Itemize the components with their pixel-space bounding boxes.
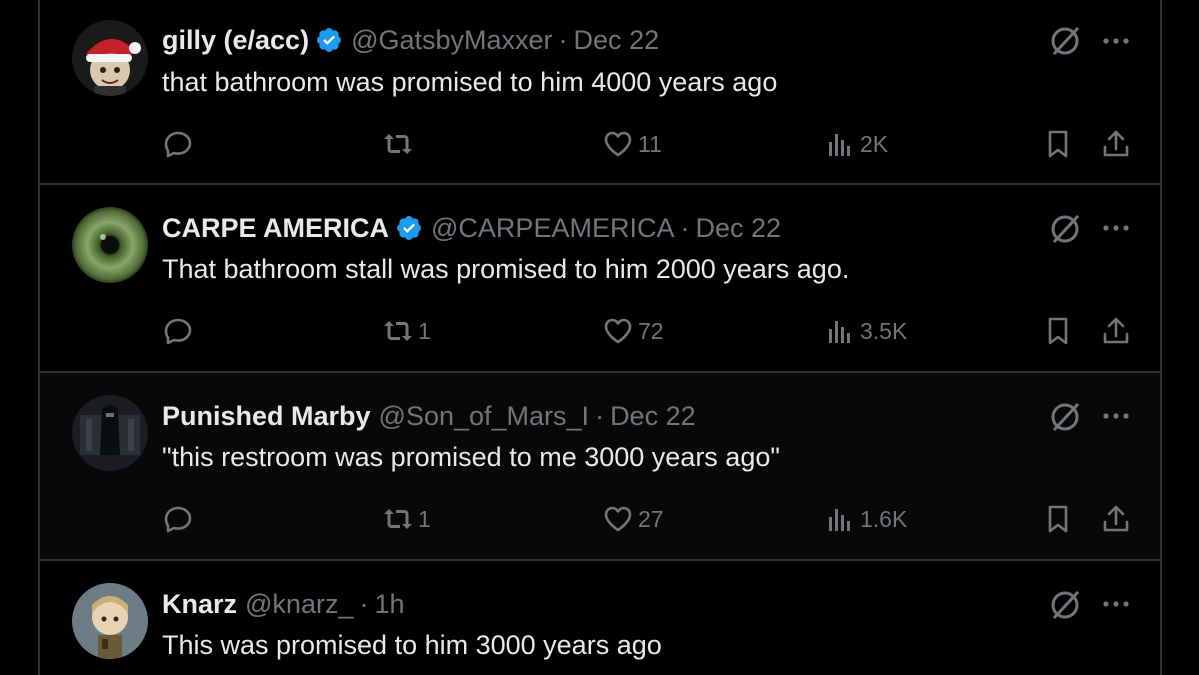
view-count: 3.5K <box>860 317 908 344</box>
like-count: 27 <box>638 505 664 532</box>
retweet-count: 1 <box>418 317 431 344</box>
timestamp[interactable]: 1h <box>374 588 404 620</box>
heart-icon <box>604 506 632 532</box>
heart-icon <box>604 131 632 157</box>
timestamp[interactable]: Dec 22 <box>695 212 781 244</box>
timeline-feed: gilly (e/acc) @GatsbyMaxxer · Dec 22 tha… <box>38 0 1162 675</box>
view-count: 1.6K <box>860 505 908 532</box>
timestamp[interactable]: Dec 22 <box>574 24 660 56</box>
tweet-text: that bathroom was promised to him 4000 y… <box>162 67 778 97</box>
tweet-header: gilly (e/acc) @GatsbyMaxxer · Dec 22 <box>162 24 659 56</box>
dark-figure-avatar <box>72 395 148 471</box>
views-icon <box>829 134 850 156</box>
tweet[interactable]: Punished Marby @Son_of_Mars_I · Dec 22 "… <box>40 373 1160 561</box>
bookmark-icon <box>1048 317 1068 345</box>
more-icon[interactable] <box>1100 213 1132 243</box>
share-button[interactable] <box>1100 311 1132 351</box>
tweet[interactable]: Knarz @knarz_ · 1h This was promised to … <box>40 561 1160 675</box>
retweet-icon <box>384 509 412 529</box>
reply-button[interactable] <box>162 311 198 351</box>
tweet[interactable]: gilly (e/acc) @GatsbyMaxxer · Dec 22 tha… <box>40 0 1160 185</box>
tweet-actions: 1 27 1.6K <box>40 499 1160 539</box>
reply-icon <box>164 506 192 533</box>
retweet-icon <box>384 321 412 341</box>
handle[interactable]: @knarz_ <box>245 588 353 620</box>
retweet-button[interactable]: 1 <box>382 499 431 539</box>
display-name[interactable]: CARPE AMERICA <box>162 212 389 244</box>
separator: · <box>595 401 605 431</box>
tweet-text: That bathroom stall was promised to him … <box>162 254 850 284</box>
display-name[interactable]: gilly (e/acc) <box>162 24 309 56</box>
retweet-button[interactable] <box>382 124 418 164</box>
retweet-icon <box>384 134 412 154</box>
tweet-actions: 11 2K <box>40 124 1160 164</box>
views-icon <box>829 321 850 343</box>
views-button[interactable]: 3.5K <box>824 311 907 351</box>
tweet-actions: 1 72 3.5K <box>40 311 1160 351</box>
display-name[interactable]: Knarz <box>162 588 237 620</box>
more-icon[interactable] <box>1100 26 1132 56</box>
share-button[interactable] <box>1100 499 1132 539</box>
view-count: 2K <box>860 130 889 157</box>
tweet[interactable]: CARPE AMERICA @CARPEAMERICA · Dec 22 Tha… <box>40 185 1160 373</box>
tweet-text: This was promised to him 3000 years ago <box>162 630 662 660</box>
bookmark-button[interactable] <box>1042 311 1074 351</box>
tweet-header: Knarz @knarz_ · 1h <box>162 588 405 620</box>
grok-icon[interactable] <box>1048 212 1082 246</box>
views-button[interactable]: 2K <box>824 124 888 164</box>
chibi-soldier-avatar <box>72 583 148 659</box>
like-count: 72 <box>638 317 664 344</box>
avatar[interactable] <box>72 20 148 96</box>
share-icon <box>1103 317 1129 344</box>
retweet-button[interactable]: 1 <box>382 311 431 351</box>
reply-button[interactable] <box>162 124 198 164</box>
share-icon <box>1103 505 1129 532</box>
bookmark-button[interactable] <box>1042 499 1074 539</box>
reply-icon <box>164 318 192 345</box>
more-icon[interactable] <box>1100 401 1132 431</box>
views-icon <box>829 509 850 531</box>
like-button[interactable]: 27 <box>602 499 664 539</box>
views-button[interactable]: 1.6K <box>824 499 907 539</box>
more-icon[interactable] <box>1100 589 1132 619</box>
heart-icon <box>604 318 632 344</box>
share-button[interactable] <box>1100 124 1132 164</box>
timestamp[interactable]: Dec 22 <box>610 400 696 432</box>
bookmark-button[interactable] <box>1042 124 1074 164</box>
verified-badge-icon[interactable] <box>315 26 343 54</box>
retweet-count: 1 <box>418 505 431 532</box>
like-button[interactable]: 11 <box>602 124 662 164</box>
verified-badge-icon[interactable] <box>395 214 423 242</box>
tweet-text: "this restroom was promised to me 3000 y… <box>162 442 780 472</box>
separator: · <box>680 213 690 243</box>
handle[interactable]: @GatsbyMaxxer <box>351 24 552 56</box>
green-eye-avatar <box>72 207 148 283</box>
avatar[interactable] <box>72 583 148 659</box>
avatar[interactable] <box>72 207 148 283</box>
handle[interactable]: @Son_of_Mars_I <box>379 400 590 432</box>
bookmark-icon <box>1048 505 1068 533</box>
separator: · <box>359 589 369 619</box>
grok-icon[interactable] <box>1048 588 1082 622</box>
reply-icon <box>164 131 192 158</box>
bookmark-icon <box>1048 130 1068 158</box>
grok-icon[interactable] <box>1048 400 1082 434</box>
tweet-header: CARPE AMERICA @CARPEAMERICA · Dec 22 <box>162 212 781 244</box>
separator: · <box>558 25 568 55</box>
display-name[interactable]: Punished Marby <box>162 400 371 432</box>
handle[interactable]: @CARPEAMERICA <box>431 212 674 244</box>
santa-hat-character-avatar <box>72 20 148 96</box>
share-icon <box>1103 130 1129 157</box>
reply-button[interactable] <box>162 499 198 539</box>
grok-icon[interactable] <box>1048 24 1082 58</box>
like-button[interactable]: 72 <box>602 311 664 351</box>
tweet-header: Punished Marby @Son_of_Mars_I · Dec 22 <box>162 400 696 432</box>
like-count: 11 <box>638 130 662 157</box>
avatar[interactable] <box>72 395 148 471</box>
